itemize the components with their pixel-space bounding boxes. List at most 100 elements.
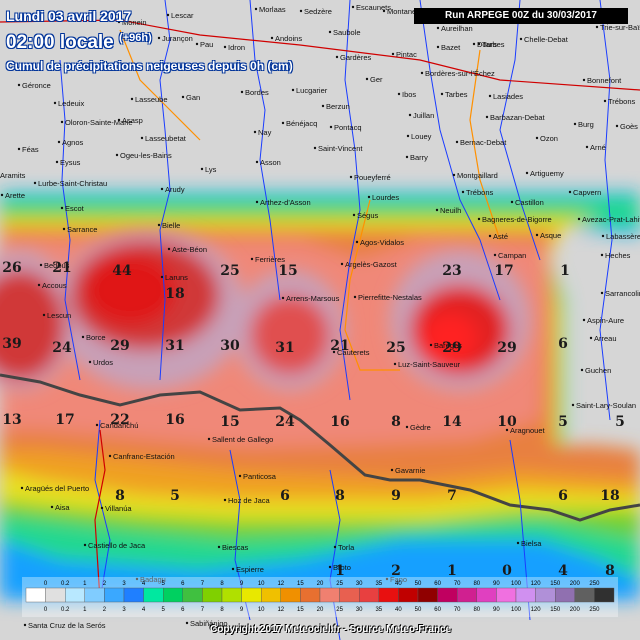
- town-label: Asque: [540, 231, 561, 240]
- town-label: Agos-Vidalos: [360, 238, 404, 247]
- snow-value: 6: [558, 488, 568, 504]
- legend-swatch: [64, 587, 85, 603]
- town-dot: [20, 486, 24, 490]
- snow-value: 5: [558, 414, 568, 430]
- legend-label: 40: [395, 581, 402, 587]
- snow-value: 39: [2, 336, 21, 352]
- town-label: Arné: [590, 143, 606, 152]
- town-dot: [255, 200, 259, 204]
- snow-value: 1: [335, 563, 345, 579]
- snow-value: 9: [391, 488, 401, 504]
- snow-value: 29: [497, 340, 516, 356]
- town-dot: [100, 506, 104, 510]
- town-dot: [367, 195, 371, 199]
- town-dot: [37, 283, 41, 287]
- town-label: Goès: [620, 122, 638, 131]
- town-dot: [408, 113, 412, 117]
- legend: 000.20.211223344556677889910101212151520…: [22, 577, 618, 617]
- town-label: Guchen: [585, 366, 611, 375]
- legend-label-bottom: 10: [258, 607, 265, 613]
- town-dot: [328, 565, 332, 569]
- legend-swatch: [104, 587, 125, 603]
- town-label: Lourdes: [372, 193, 399, 202]
- town-label: Aureilhan: [441, 24, 473, 33]
- legend-swatch: [555, 587, 576, 603]
- legend-label: 200: [570, 581, 581, 587]
- town-dot: [535, 136, 539, 140]
- town-dot: [436, 45, 440, 49]
- town-label: Lurbe-Saint-Christau: [38, 179, 107, 188]
- town-dot: [493, 253, 497, 257]
- town-dot: [185, 621, 189, 625]
- town-label: Heches: [605, 251, 631, 260]
- town-dot: [140, 136, 144, 140]
- town-dot: [23, 623, 27, 627]
- legend-label: 35: [375, 581, 382, 587]
- snow-value: 18: [165, 286, 184, 302]
- legend-swatch: [241, 587, 262, 603]
- town-label: Bagneres-de-Bigorre: [482, 215, 552, 224]
- town-label: Lasseube: [135, 95, 168, 104]
- town-dot: [299, 9, 303, 13]
- legend-swatch: [123, 587, 144, 603]
- town-label: Géronce: [22, 81, 51, 90]
- town-label: Sarrancolin: [605, 289, 640, 298]
- town-label: Artiguemy: [530, 169, 564, 178]
- legend-swatch: [182, 587, 203, 603]
- snow-value: 8: [335, 488, 345, 504]
- town-dot: [270, 36, 274, 40]
- map-subtitle: Cumul de précipitations neigeuses depuis…: [6, 59, 293, 73]
- legend-swatch: [515, 587, 536, 603]
- legend-label-bottom: 0.2: [61, 607, 70, 613]
- town-label: Pontacq: [334, 123, 362, 132]
- town-label: Barry: [410, 153, 428, 162]
- town-label: Tarbes: [445, 90, 468, 99]
- town-dot: [382, 9, 386, 13]
- legend-label-bottom: 100: [511, 607, 522, 613]
- snow-value: 16: [330, 414, 349, 430]
- town-dot: [351, 5, 355, 9]
- town-dot: [33, 181, 37, 185]
- town-dot: [17, 147, 21, 151]
- legend-swatch: [202, 587, 223, 603]
- town-label: Espierre: [236, 565, 264, 574]
- town-label: Canfranc-Estación: [113, 452, 175, 461]
- town-label: Berzun: [326, 102, 350, 111]
- legend-swatch: [143, 587, 164, 603]
- town-label: Arudy: [165, 185, 185, 194]
- snow-value: 6: [558, 336, 568, 352]
- snow-value: 13: [2, 412, 21, 428]
- town-label: Gavarnie: [395, 466, 425, 475]
- town-label: Sarrance: [67, 225, 97, 234]
- legend-label-bottom: 15: [297, 607, 304, 613]
- snow-value: 25: [386, 340, 405, 356]
- town-label: Chelle-Debat: [524, 35, 569, 44]
- snow-value: 26: [2, 260, 21, 276]
- legend-label: 60: [434, 581, 441, 587]
- town-dot: [0, 193, 4, 197]
- town-label: Trébons: [608, 97, 635, 106]
- town-label: Trie-sur-Baïse: [600, 23, 640, 32]
- town-dot: [335, 55, 339, 59]
- town-label: Poueyferré: [354, 173, 391, 182]
- snow-value: 31: [275, 340, 294, 356]
- legend-label-bottom: 50: [415, 607, 422, 613]
- town-dot: [406, 134, 410, 138]
- town-label: Argelès-Gazost: [345, 260, 398, 269]
- town-label: Eysus: [60, 158, 81, 167]
- legend-label-bottom: 80: [473, 607, 480, 613]
- snow-value: 16: [165, 412, 184, 428]
- town-dot: [207, 437, 211, 441]
- town-label: Castillon: [515, 198, 544, 207]
- town-dot: [117, 118, 121, 122]
- legend-label-bottom: 120: [531, 607, 542, 613]
- town-dot: [355, 240, 359, 244]
- town-dot: [108, 454, 112, 458]
- town-dot: [160, 187, 164, 191]
- legend-label: 70: [454, 581, 461, 587]
- town-label: Gan: [186, 93, 200, 102]
- town-label: Laruns: [165, 273, 188, 282]
- snow-value: 23: [442, 263, 461, 279]
- town-dot: [130, 97, 134, 101]
- time-label: 02:00 locale (+96h): [6, 32, 152, 54]
